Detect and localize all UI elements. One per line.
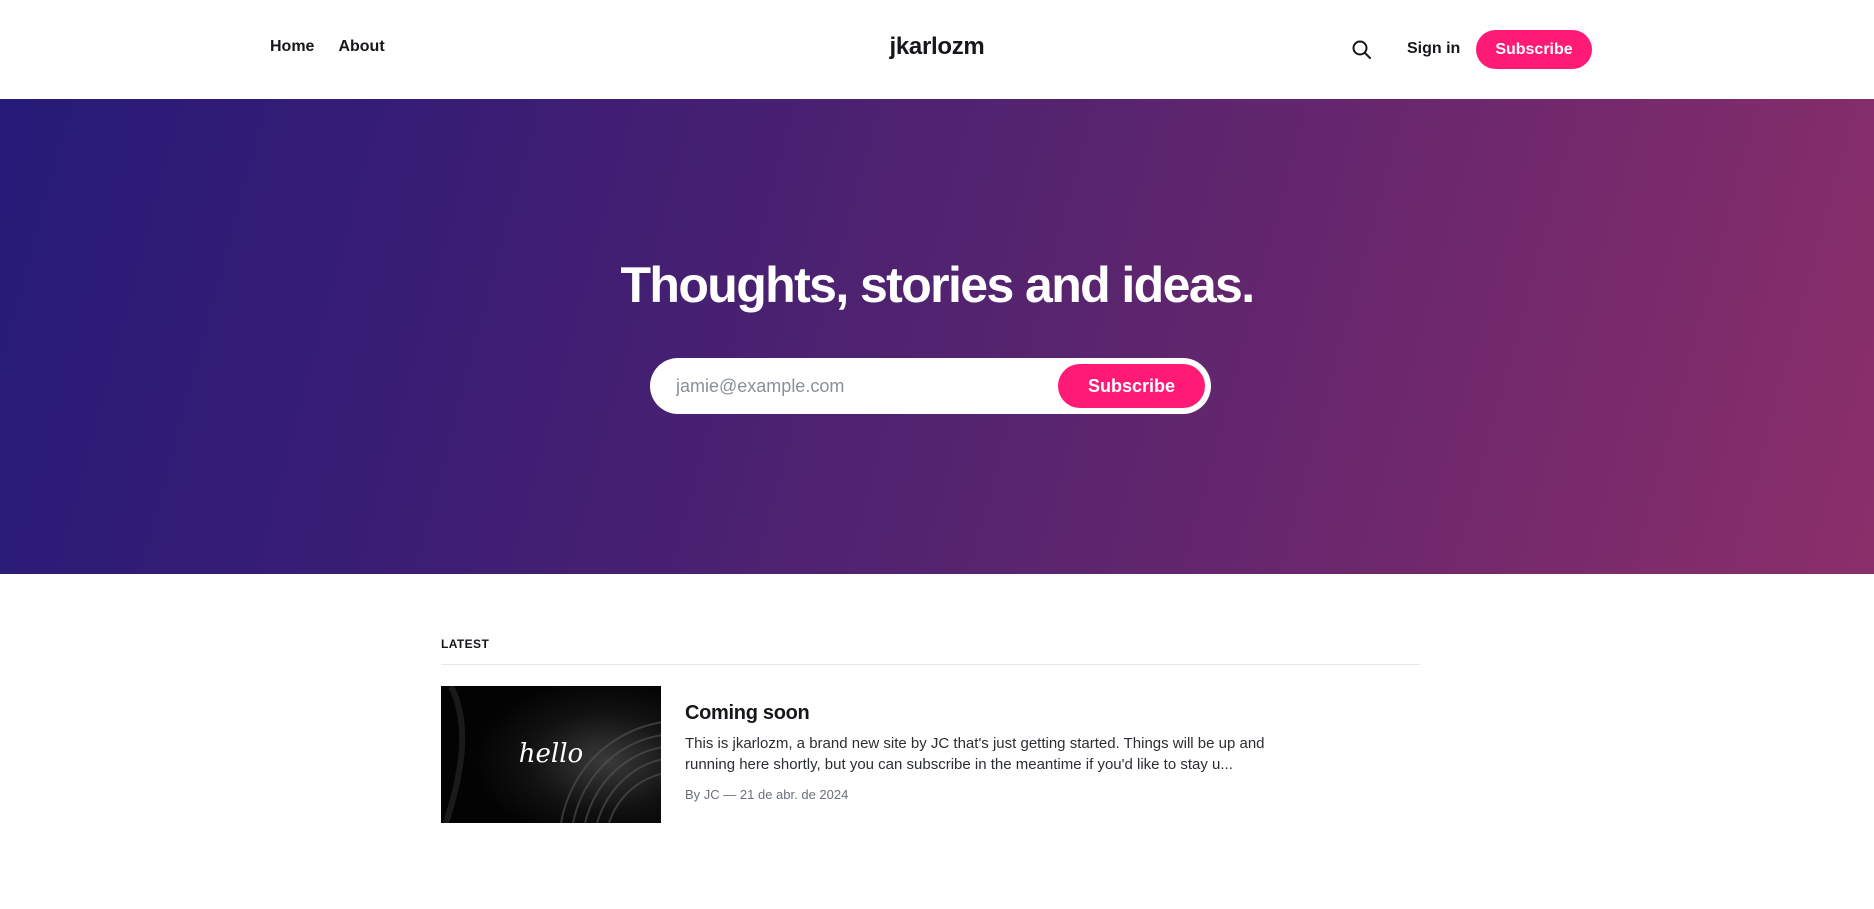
post-card[interactable]: hello Coming soon This is jkarlozm, a br… (441, 686, 1420, 823)
latest-section: LATEST hello Coming soon This is jkarloz… (0, 574, 1874, 909)
post-excerpt: This is jkarlozm, a brand new site by JC… (685, 735, 1265, 773)
post-meta: By JC — 21 de abr. de 2024 (685, 787, 849, 802)
header-actions: Sign in Subscribe (1350, 30, 1592, 70)
post-thumbnail-text: hello (519, 739, 583, 769)
latest-divider (441, 664, 1420, 665)
site-title: jkarlozm (0, 33, 1874, 61)
post-body: Coming soon This is jkarlozm, a brand ne… (685, 702, 1285, 802)
post-title[interactable]: Coming soon (685, 702, 1285, 725)
search-button[interactable] (1350, 38, 1374, 62)
search-icon (1352, 40, 1371, 59)
hero-section: Thoughts, stories and ideas. Subscribe (0, 99, 1874, 574)
hero-title: Thoughts, stories and ideas. (620, 257, 1255, 313)
site-header: Home About jkarlozm Sign in Subscribe (0, 0, 1874, 99)
post-thumbnail: hello (441, 686, 661, 823)
latest-heading: LATEST (441, 637, 490, 651)
post-thumbnail-image: hello (441, 686, 661, 823)
subscribe-form: Subscribe (650, 358, 1211, 414)
site-title-link[interactable]: jkarlozm (890, 33, 985, 60)
hero-subscribe-button[interactable]: Subscribe (1058, 364, 1205, 408)
header-subscribe-button[interactable]: Subscribe (1476, 30, 1592, 69)
signin-link[interactable]: Sign in (1407, 40, 1460, 58)
email-input[interactable] (674, 358, 1044, 414)
